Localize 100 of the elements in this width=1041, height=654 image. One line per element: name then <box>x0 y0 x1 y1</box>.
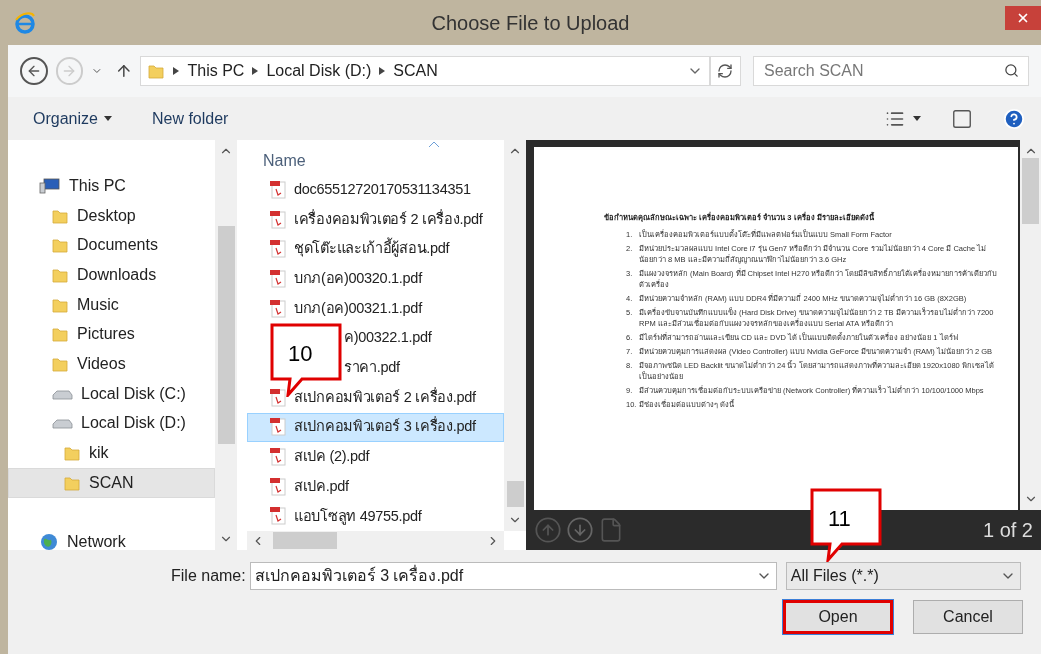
caret-icon <box>103 116 112 121</box>
file-row[interactable]: สเปค.pdf <box>247 471 504 502</box>
pdf-file-icon <box>268 476 288 497</box>
refresh-icon <box>717 63 734 79</box>
field-value: สเปกคอมพิวเตอร์ 3 เครื่อง.pdf <box>254 564 464 586</box>
column-header[interactable]: Name <box>263 149 306 173</box>
back-button[interactable] <box>20 57 48 85</box>
folder-icon <box>51 325 69 344</box>
sidebar-label: Local Disk (C:) <box>81 383 186 404</box>
refresh-button[interactable] <box>709 56 741 86</box>
file-row[interactable]: ค)00322.1.pdf <box>343 323 504 354</box>
window-title: Choose File to Upload <box>431 10 630 36</box>
sidebar-label: Desktop <box>77 205 136 226</box>
sidebar-item[interactable]: Local Disk (C:) <box>8 378 215 409</box>
file-name-field[interactable]: สเปกคอมพิวเตอร์ 3 เครื่อง.pdf <box>249 562 777 590</box>
preview-pane-icon <box>951 107 973 130</box>
file-name: สเปค.pdf <box>294 476 349 496</box>
chevron-icon <box>252 67 259 75</box>
sidebar-item[interactable]: Documents <box>8 230 215 261</box>
field-label: File name: <box>171 566 246 586</box>
cancel-button[interactable]: Cancel <box>913 600 1023 634</box>
pdf-file-icon <box>268 298 288 319</box>
pdf-file-icon <box>268 209 288 230</box>
pdf-file-icon <box>268 179 288 200</box>
sidebar-label: Downloads <box>77 264 157 285</box>
folder-icon <box>147 62 166 80</box>
sidebar-item[interactable]: kik <box>8 438 215 468</box>
sidebar-label: Local Disk (D:) <box>81 413 186 434</box>
sidebar-item[interactable]: Network <box>8 527 215 550</box>
computer-icon <box>39 176 61 195</box>
file-name: สเปค (2).pdf <box>294 447 370 467</box>
scroll-thumb[interactable] <box>1022 158 1039 224</box>
file-name: เครื่องคอมพิวเตอร์ 2 เครื่อง.pdf <box>294 208 483 229</box>
file-name: แอบโซลูท 49755.pdf <box>294 506 422 527</box>
scroll-thumb[interactable] <box>273 532 337 550</box>
file-row[interactable]: สเปค (2).pdf <box>247 442 504 472</box>
file-name: ราคา.pdf <box>344 358 400 378</box>
file-name: สเปกคอมพิวเตอร์ 3 เครื่อง.pdf <box>294 416 476 437</box>
sidebar-label: kik <box>89 443 109 464</box>
sidebar-item[interactable]: SCAN <box>8 467 215 498</box>
file-name: บกภ(อค)00321.1.pdf <box>294 298 422 318</box>
search-field[interactable]: Search SCAN <box>753 56 1029 86</box>
callout-number: 10 <box>288 340 313 368</box>
file-row[interactable]: สเปกคอมพิวเตอร์ 3 เครื่อง.pdf <box>247 412 504 443</box>
browser-logo-icon <box>14 11 36 34</box>
sidebar-item[interactable]: Music <box>8 289 215 320</box>
sidebar-label: Network <box>67 532 126 550</box>
previous-page-icon <box>534 516 562 544</box>
sidebar-label: This PC <box>69 175 126 196</box>
next-page-icon <box>566 516 594 544</box>
file-name: ค)00322.1.pdf <box>344 328 432 348</box>
scroll-thumb[interactable] <box>506 481 524 508</box>
file-row[interactable]: บกภ(อค)00320.1.pdf <box>247 264 504 294</box>
dropdown-value: All Files (*.*) <box>790 566 879 586</box>
sidebar-label: SCAN <box>89 472 134 493</box>
sidebar-label: Documents <box>77 235 158 256</box>
file-row[interactable]: แอบโซลูท 49755.pdf <box>247 501 504 532</box>
file-name: บกภ(อค)00320.1.pdf <box>294 269 422 289</box>
pdf-file-icon <box>268 268 288 289</box>
page-indicator: 1 of 2 <box>982 518 1033 543</box>
scrollbar[interactable] <box>504 140 526 532</box>
scroll-thumb[interactable] <box>217 226 235 444</box>
open-button[interactable]: Open <box>783 600 893 634</box>
pdf-file-icon <box>268 239 288 260</box>
sidebar-label: Videos <box>77 353 126 374</box>
close-button[interactable] <box>1005 5 1041 30</box>
help-icon <box>1003 107 1025 130</box>
callout-number: 11 <box>828 505 851 533</box>
file-row[interactable]: ชุดโต๊ะและเก้าอี้ผู้สอน.pdf <box>247 234 504 265</box>
sidebar-item[interactable]: Videos <box>8 349 215 379</box>
sidebar-item[interactable]: Local Disk (D:) <box>8 408 215 439</box>
pdf-file-icon <box>268 506 288 527</box>
file-row[interactable]: บกภ(อค)00321.1.pdf <box>247 293 504 324</box>
toolbar-button[interactable]: New folder <box>151 106 229 131</box>
folder-icon <box>51 236 69 255</box>
organize-menu[interactable]: Organize <box>33 106 112 131</box>
file-name: ชุดโต๊ะและเก้าอี้ผู้สอน.pdf <box>294 238 450 261</box>
chevron-icon <box>173 67 180 75</box>
breadcrumb-item[interactable]: This PC <box>187 59 245 83</box>
sidebar-item[interactable]: Downloads <box>8 260 215 290</box>
address-bar[interactable]: This PC Local Disk (D:) SCAN <box>140 56 710 86</box>
sidebar-item[interactable]: This PC <box>8 171 215 201</box>
file-row[interactable]: เครื่องคอมพิวเตอร์ 2 เครื่อง.pdf <box>247 204 504 235</box>
globe-icon <box>39 532 59 550</box>
file-type-dropdown[interactable]: All Files (*.*) <box>785 562 1021 590</box>
pdf-file-icon <box>268 417 288 438</box>
file-row[interactable]: ราคา.pdf <box>343 353 504 383</box>
file-row[interactable]: สเปกคอมพิวเตอร์ 2 เครื่อง.pdf <box>247 382 504 413</box>
breadcrumb-item[interactable]: Local Disk (D:) <box>266 59 372 83</box>
sidebar-item[interactable]: Pictures <box>8 319 215 350</box>
sidebar-item[interactable]: Desktop <box>8 200 215 231</box>
pdf-file-icon <box>268 447 288 468</box>
scrollbar[interactable] <box>1020 140 1041 510</box>
caret-icon <box>913 116 921 121</box>
sidebar-label: Music <box>77 294 119 315</box>
chevron-icon <box>379 67 386 75</box>
breadcrumb-item[interactable]: SCAN <box>393 59 438 83</box>
horizontal-scrollbar[interactable] <box>247 531 504 550</box>
sidebar-label: Pictures <box>77 324 135 345</box>
file-row[interactable]: doc65512720170531134351 <box>247 175 504 205</box>
